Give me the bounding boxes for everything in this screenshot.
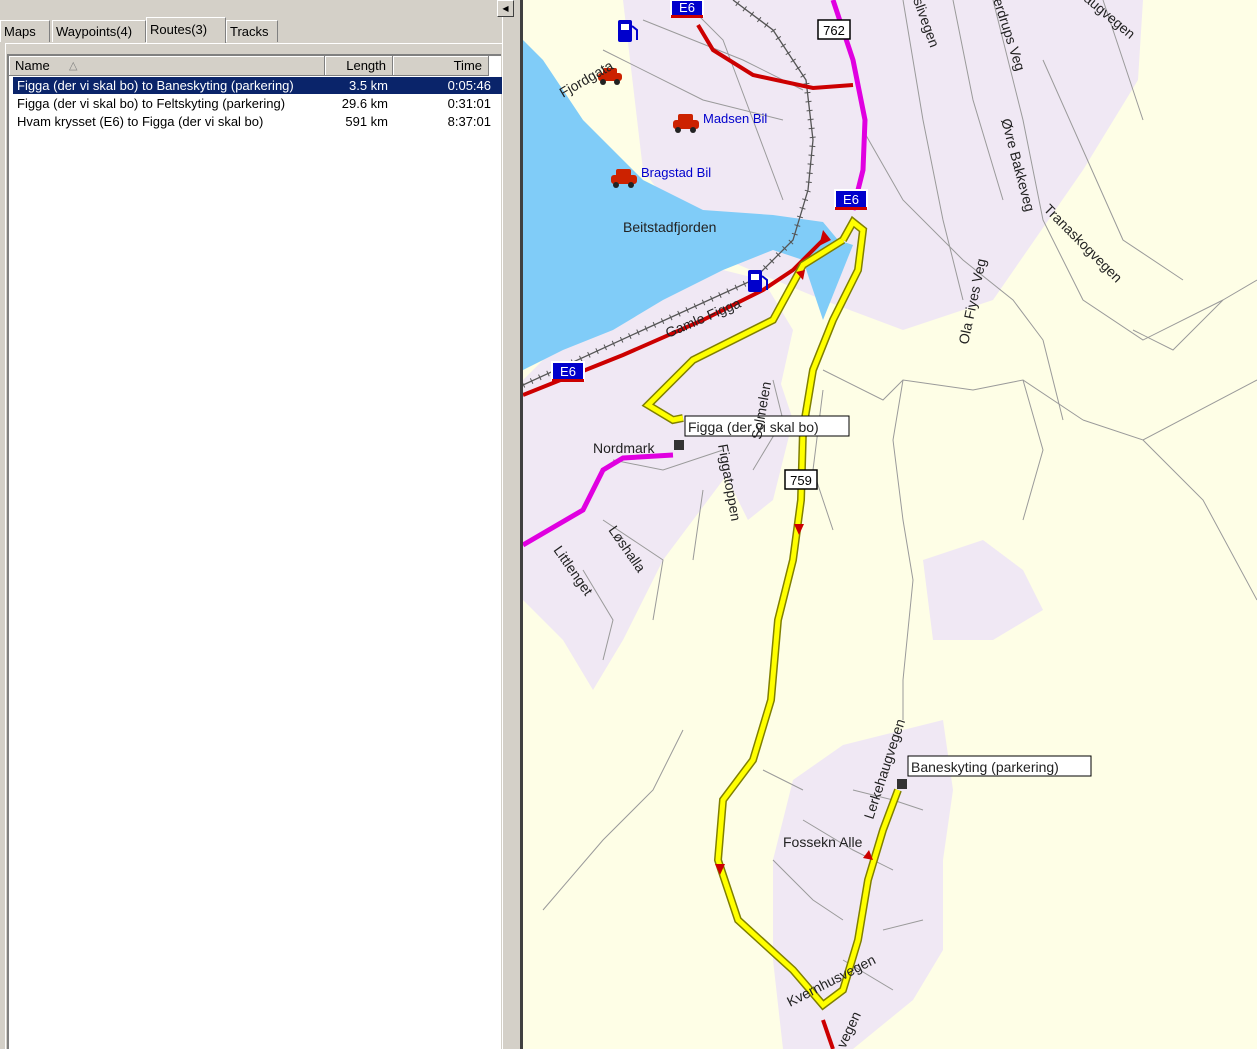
column-header-length[interactable]: Length	[325, 56, 393, 76]
tab-tracks[interactable]: Tracks	[226, 20, 278, 42]
route-panel: ◀ Maps Waypoints(4) Routes(3) Tracks Nam…	[0, 0, 520, 1049]
e6-shield: E6	[551, 361, 585, 382]
waypoint-label: Baneskyting (parkering)	[911, 759, 1059, 775]
column-name-label: Name	[15, 58, 50, 73]
arrow-left-icon: ◀	[502, 4, 509, 13]
road-762-shield: 762	[817, 19, 851, 40]
map-canvas[interactable]: E6 762 E6 E6 759 Figga (der vi skal bo)	[523, 0, 1257, 1049]
route-row[interactable]: Figga (der vi skal bo) to Feltskyting (p…	[13, 95, 503, 112]
tab-bar: Maps Waypoints(4) Routes(3) Tracks	[0, 15, 500, 43]
route-name: Figga (der vi skal bo) to Feltskyting (p…	[17, 96, 286, 111]
place-label-beitstadfjorden: Beitstadfjorden	[623, 219, 716, 235]
e6-shield-label: E6	[843, 192, 859, 207]
column-header-name[interactable]: Name △	[9, 56, 325, 76]
tab-maps[interactable]: Maps	[0, 20, 50, 42]
e6-shield-label: E6	[560, 364, 576, 379]
e6-shield: E6	[670, 0, 704, 18]
road-759-shield: 759	[784, 469, 818, 490]
place-label-nordmark: Nordmark	[593, 440, 655, 456]
sort-ascending-icon: △	[69, 60, 78, 72]
route-time: 0:05:46	[447, 78, 491, 93]
tab-routes[interactable]: Routes(3)	[146, 17, 226, 43]
poi-label-madsen: Madsen Bil	[703, 111, 767, 126]
road-762-label: 762	[823, 23, 845, 38]
route-name: Figga (der vi skal bo) to Baneskyting (p…	[17, 78, 294, 93]
e6-shield-label: E6	[679, 0, 695, 15]
column-header-row: Name △ Length Time	[9, 56, 499, 76]
route-time: 8:37:01	[447, 114, 491, 129]
route-length: 591 km	[345, 114, 388, 129]
route-length: 3.5 km	[348, 78, 388, 93]
splitter-bar[interactable]	[502, 17, 520, 1049]
place-label-fossekn: Fossekn Alle	[783, 834, 863, 850]
route-time: 0:31:01	[447, 96, 491, 111]
column-header-time[interactable]: Time	[393, 56, 489, 76]
routes-list[interactable]: Name △ Length Time Figga (der vi skal bo…	[7, 54, 503, 1049]
road-759-label: 759	[790, 473, 812, 488]
e6-shield: E6	[834, 189, 868, 210]
map-view[interactable]: E6 762 E6 E6 759 Figga (der vi skal bo)	[520, 0, 1257, 1049]
route-length: 29.6 km	[341, 96, 388, 111]
route-name: Hvam krysset (E6) to Figga (der vi skal …	[17, 114, 264, 129]
route-row[interactable]: Figga (der vi skal bo) to Baneskyting (p…	[13, 77, 503, 94]
tab-waypoints[interactable]: Waypoints(4)	[52, 20, 146, 42]
route-row[interactable]: Hvam krysset (E6) to Figga (der vi skal …	[13, 113, 503, 130]
poi-label-bragstad: Bragstad Bil	[641, 165, 711, 180]
